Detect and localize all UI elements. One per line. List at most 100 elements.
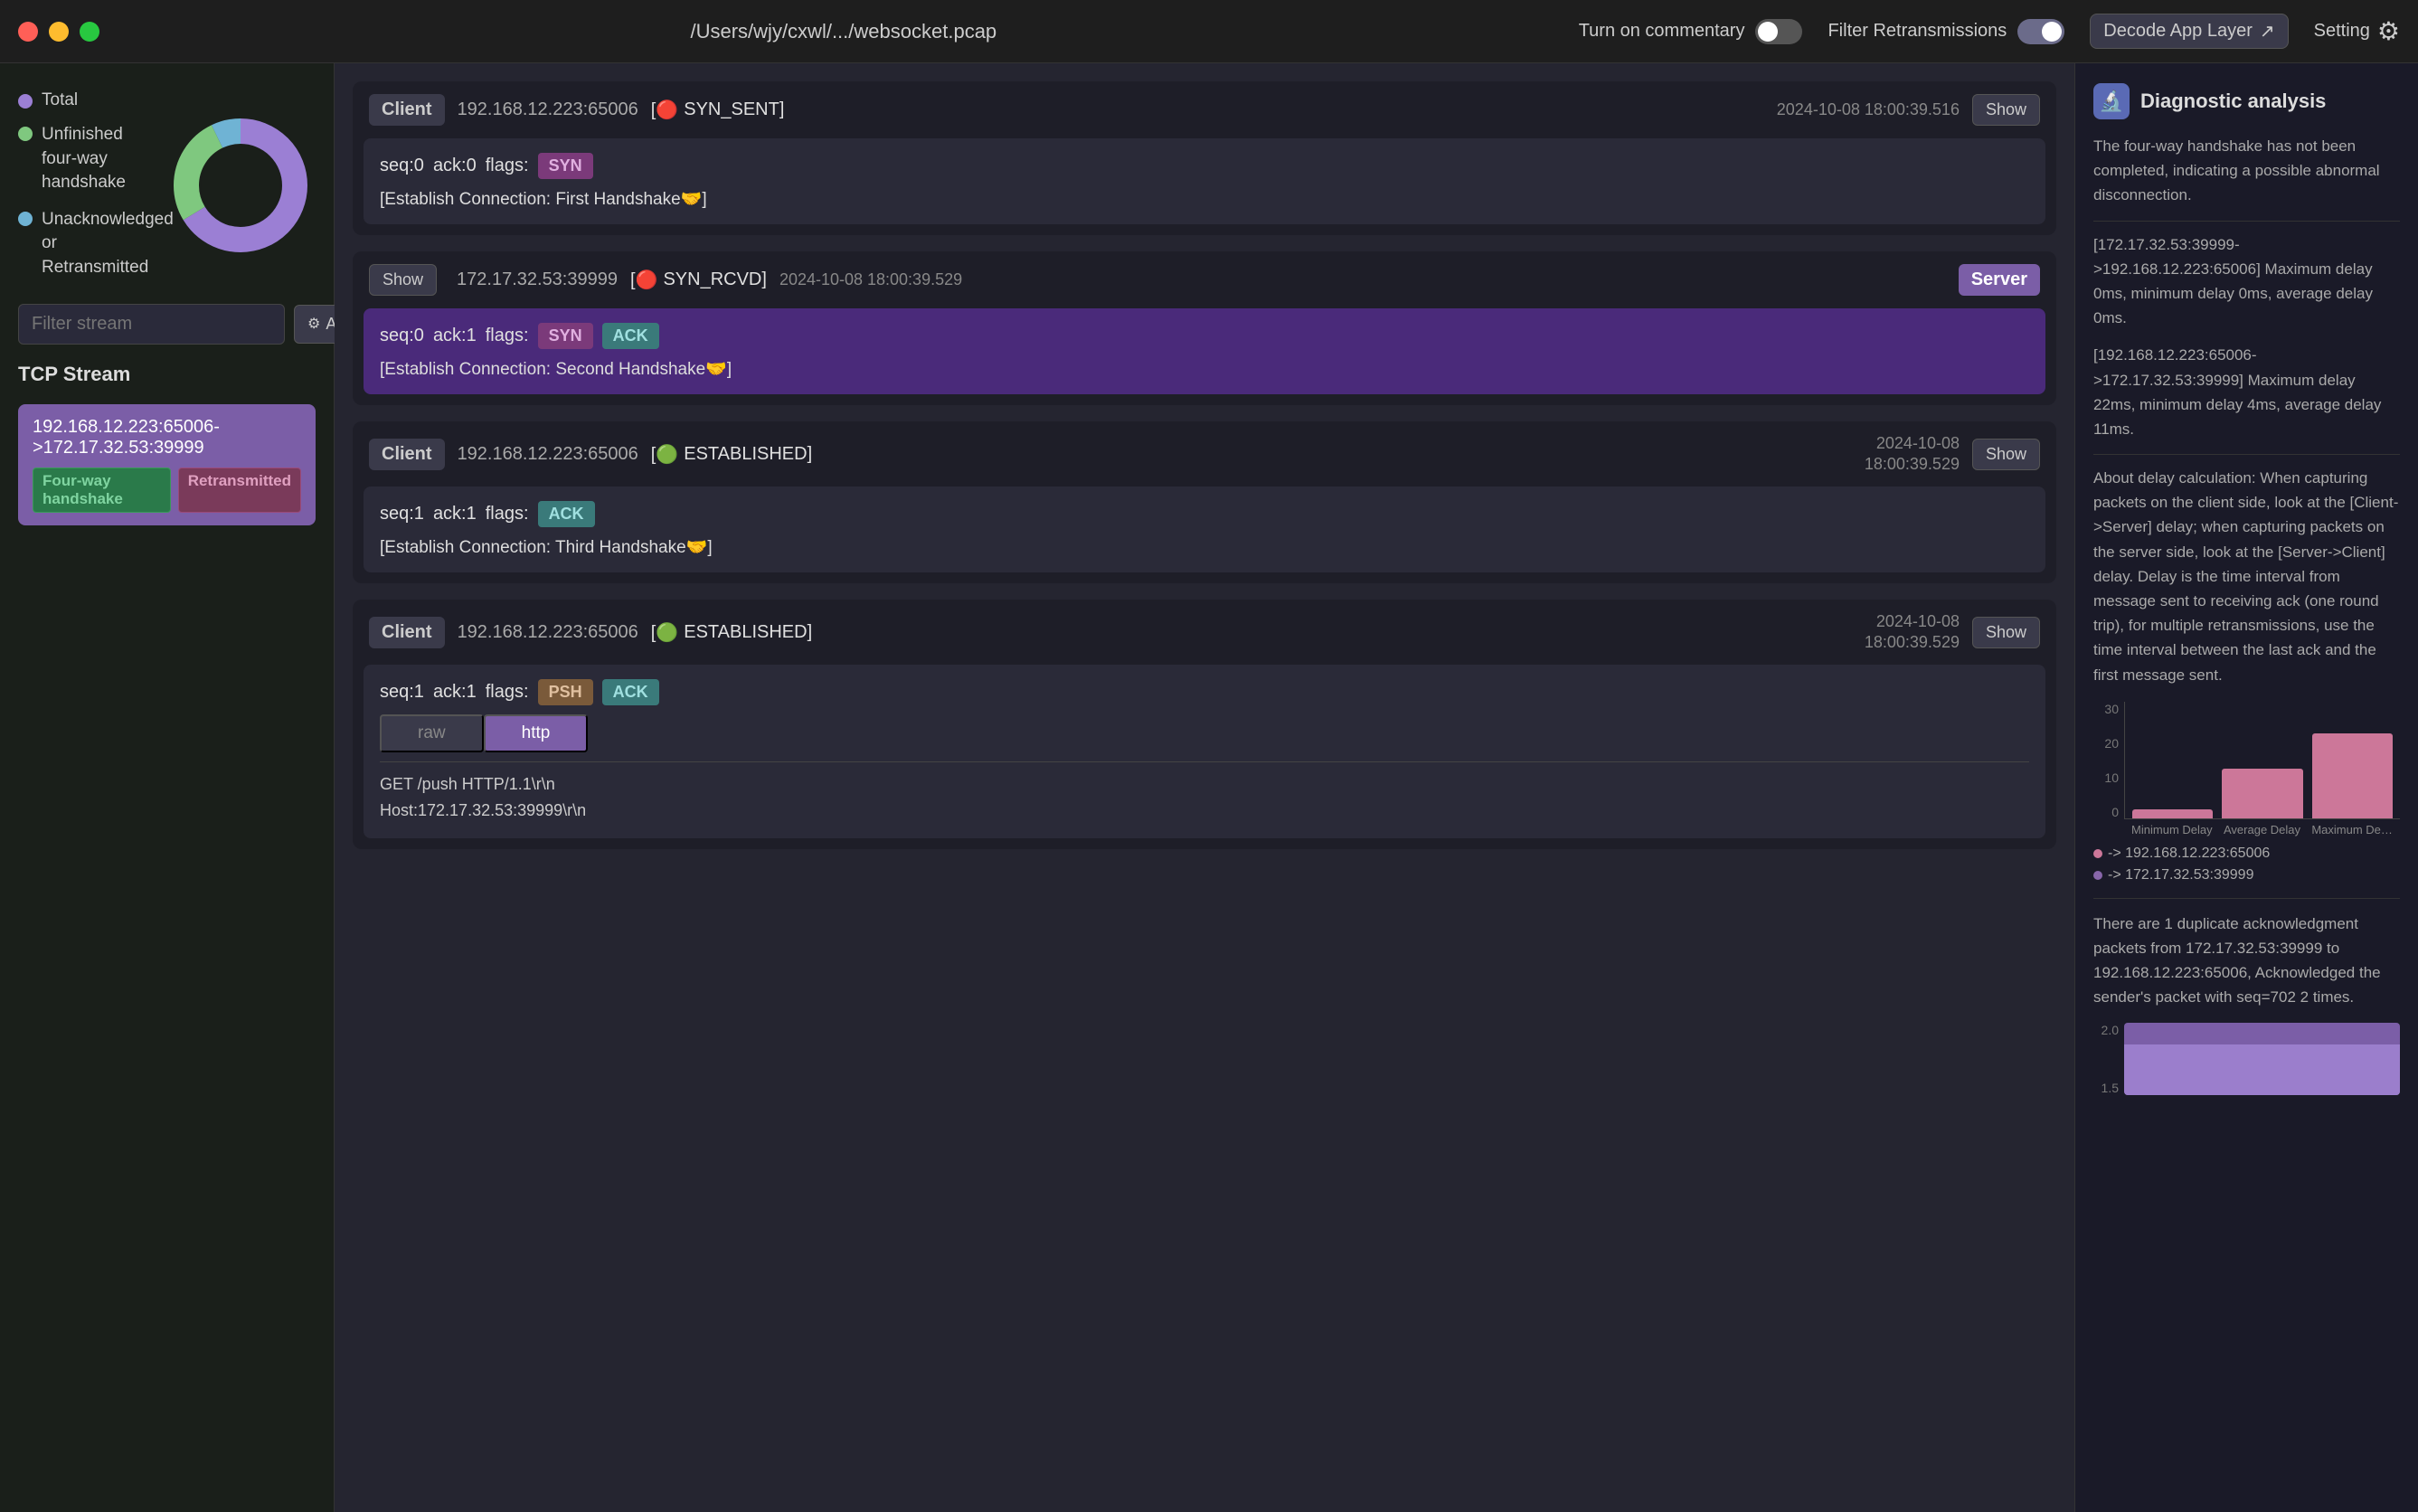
y2-mid: 1.5 — [2093, 1081, 2119, 1095]
pkt1-message: [Establish Connection: First Handshake🤝] — [380, 188, 2029, 210]
pkt1-show-button[interactable]: Show — [1972, 94, 2040, 126]
legend-dot-server — [2093, 871, 2102, 880]
pkt3-show-button[interactable]: Show — [1972, 439, 2040, 470]
y-30: 30 — [2093, 702, 2119, 716]
setting-group: Setting ⚙ — [2314, 16, 2400, 46]
y-20: 20 — [2093, 736, 2119, 751]
search-row: ⚙ Advanced search — [18, 304, 316, 345]
sidebar: Total Unfinished four-way handshake Unac… — [0, 63, 335, 1512]
pkt1-status: [🔴 SYN_SENT] — [651, 99, 785, 121]
dup-ack-text: There are 1 duplicate acknowledgment pac… — [2093, 912, 2400, 1010]
pkt2-node: Server — [1959, 264, 2040, 296]
pkt2-show-button[interactable]: Show — [369, 264, 437, 296]
bar-labels-row: Minimum Delay Average Delay Maximum Del.… — [2124, 823, 2400, 836]
titlebar: /Users/wjy/cxwl/.../websocket.pcap Turn … — [0, 0, 2418, 63]
diag-title: Diagnostic analysis — [2140, 90, 2326, 113]
pkt3-ack: ack:1 — [433, 504, 477, 524]
pkt4-tabs: raw http — [380, 714, 2029, 752]
bar-label-max: Maximum Del... — [2311, 823, 2393, 836]
pkt4-node: Client — [369, 617, 445, 648]
commentary-toggle[interactable] — [1755, 19, 1802, 44]
pkt4-show-button[interactable]: Show — [1972, 617, 2040, 648]
filter-stream-input[interactable] — [18, 304, 285, 345]
unfinished-dot — [18, 127, 33, 141]
pkt2-flags-label: flags: — [486, 326, 529, 346]
legend-unack: Unacknowledged or Retransmitted — [18, 208, 150, 280]
donut-section: Total Unfinished four-way handshake Unac… — [18, 81, 316, 289]
minimize-button[interactable] — [49, 22, 69, 42]
traffic-lights — [18, 22, 99, 42]
pkt3-seq: seq:1 — [380, 504, 424, 524]
legend-total: Total — [18, 90, 150, 110]
center-panel: Client 192.168.12.223:65006 [🔴 SYN_SENT]… — [335, 63, 2074, 1512]
divider-1 — [2093, 221, 2400, 222]
legend-unack-label: Unacknowledged or Retransmitted — [42, 208, 150, 280]
packet-syn-rcvd-header: Server 2024-10-08 18:00:39.529 [🔴 SYN_RC… — [353, 251, 2056, 308]
y2-top: 2.0 — [2093, 1023, 2119, 1037]
chart-delay-legend: -> 192.168.12.223:65006 -> 172.17.32.53:… — [2093, 846, 2400, 884]
bar-avg-delay — [2222, 702, 2302, 818]
pkt4-flags-label: flags: — [486, 682, 529, 703]
maximize-button[interactable] — [80, 22, 99, 42]
pkt3-time: 2024-10-08 — [1876, 434, 1960, 453]
pkt4-time2: 18:00:39.529 — [1865, 633, 1960, 652]
diag-delay-info-1: [172.17.32.53:39999->192.168.12.223:6500… — [2093, 232, 2400, 331]
pkt4-status: [🟢 ESTABLISHED] — [651, 621, 812, 644]
pkt3-node: Client — [369, 439, 445, 470]
diag-icon: 🔬 — [2093, 83, 2130, 119]
stream-item-0[interactable]: 192.168.12.223:65006->172.17.32.53:39999… — [18, 404, 316, 525]
pkt2-body: seq:0 ack:1 flags: SYN ACK [Establish Co… — [364, 308, 2045, 394]
pkt1-time: 2024-10-08 18:00:39.516 — [1777, 100, 1960, 119]
packet-syn-sent: Client 192.168.12.223:65006 [🔴 SYN_SENT]… — [353, 81, 2056, 235]
pkt4-status-text: ESTABLISHED] — [684, 622, 812, 643]
pkt2-flag-ack: ACK — [602, 323, 659, 349]
packet-established-2: Client 192.168.12.223:65006 [🟢 ESTABLISH… — [353, 600, 2056, 849]
y-axis-2: 2.0 1.5 — [2093, 1023, 2119, 1095]
pkt3-time2: 18:00:39.529 — [1865, 455, 1960, 474]
tcp-stream-label: TCP Stream — [18, 359, 316, 390]
pkt2-flags-row: seq:0 ack:1 flags: SYN ACK — [380, 323, 2029, 349]
pkt1-ack: ack:0 — [433, 156, 477, 176]
second-chart: 2.0 1.5 — [2093, 1023, 2400, 1095]
bar-min-fill — [2132, 809, 2213, 818]
divider-3 — [2093, 898, 2400, 899]
close-button[interactable] — [18, 22, 38, 42]
toolbar-controls: Turn on commentary Filter Retransmission… — [1579, 14, 2400, 49]
pkt4-http-content: GET /push HTTP/1.1\r\n Host:172.17.32.53… — [380, 761, 2029, 824]
legend-unfinished: Unfinished four-way handshake — [18, 123, 150, 195]
diagnostic-icon-symbol: 🔬 — [2099, 90, 2123, 113]
packet-established-1: Client 192.168.12.223:65006 [🟢 ESTABLISH… — [353, 421, 2056, 583]
pkt3-message: [Establish Connection: Third Handshake🤝] — [380, 536, 2029, 558]
pkt3-flags-row: seq:1 ack:1 flags: ACK — [380, 501, 2029, 527]
filter-retrans-toggle[interactable] — [2017, 19, 2064, 44]
delay-bar-chart: 30 20 10 0 — [2093, 702, 2400, 884]
y-axis: 30 20 10 0 — [2093, 702, 2119, 819]
pkt4-tab-http[interactable]: http — [484, 714, 589, 752]
donut-chart — [168, 113, 313, 258]
bar-label-avg: Average Delay — [2222, 823, 2303, 836]
pkt4-ip: 192.168.12.223:65006 — [458, 622, 638, 643]
y-10: 10 — [2093, 770, 2119, 785]
pkt1-flag-syn: SYN — [538, 153, 593, 179]
pkt2-seq: seq:0 — [380, 326, 424, 346]
pkt1-status-text: SYN_SENT] — [684, 99, 784, 120]
pkt1-status-icon: [🔴 — [651, 99, 678, 121]
advanced-search-icon: ⚙ — [307, 315, 320, 333]
pkt3-flags-label: flags: — [486, 504, 529, 524]
pkt4-tab-raw[interactable]: raw — [380, 714, 484, 752]
pkt4-body: seq:1 ack:1 flags: PSH ACK raw http GET … — [364, 665, 2045, 838]
setting-button[interactable]: ⚙ — [2377, 16, 2400, 46]
pkt1-ip: 192.168.12.223:65006 — [458, 99, 638, 120]
legend-server-label: -> 172.17.32.53:39999 — [2108, 867, 2253, 884]
pkt3-ip: 192.168.12.223:65006 — [458, 444, 638, 465]
pkt1-flags-row: seq:0 ack:0 flags: SYN — [380, 153, 2029, 179]
pkt2-status: [🔴 SYN_RCVD] — [630, 269, 767, 291]
filter-retrans-knob — [2042, 22, 2062, 42]
legend-item-server: -> 172.17.32.53:39999 — [2093, 867, 2400, 884]
decode-app-layer-button[interactable]: Decode App Layer ↗ — [2090, 14, 2288, 49]
main-layout: Total Unfinished four-way handshake Unac… — [0, 63, 2418, 1512]
pkt4-flags-row: seq:1 ack:1 flags: PSH ACK — [380, 679, 2029, 705]
pkt2-time: 2024-10-08 18:00:39.529 — [779, 270, 962, 289]
commentary-label: Turn on commentary — [1579, 21, 1745, 42]
setting-label: Setting — [2314, 21, 2370, 42]
